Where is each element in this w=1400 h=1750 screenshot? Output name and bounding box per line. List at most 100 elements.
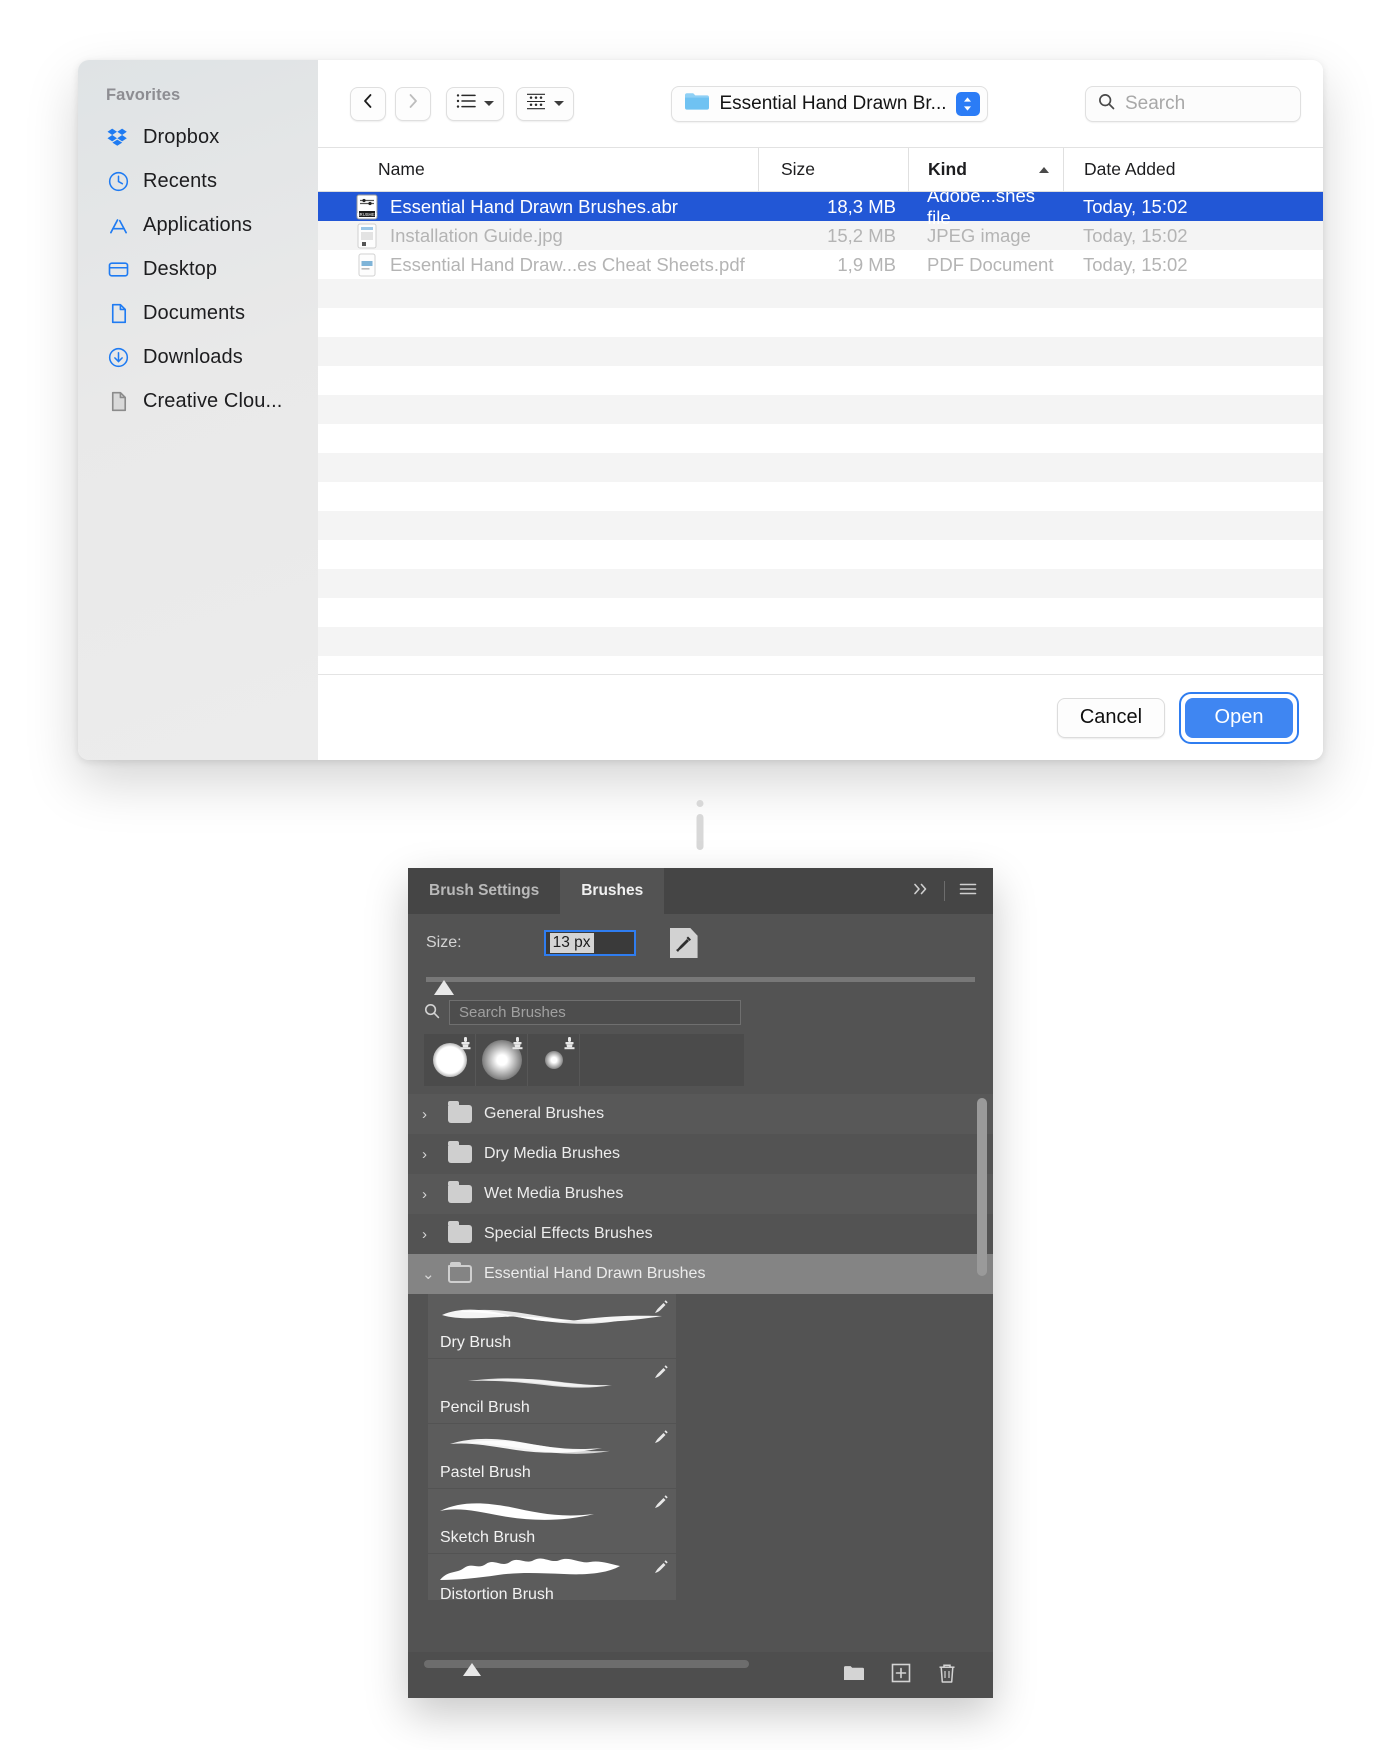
file-kind-cell: JPEG image [927, 224, 1031, 246]
forward-button[interactable] [395, 86, 431, 121]
delete-brush-icon[interactable] [937, 1663, 957, 1688]
pencil-brush-stroke [468, 1378, 612, 1388]
search-field[interactable]: Search [1085, 85, 1301, 122]
column-header-size[interactable]: Size [758, 148, 908, 191]
brush-folder-row[interactable]: › Dry Media Brushes [408, 1134, 993, 1174]
hamburger-menu-icon[interactable] [959, 882, 977, 900]
connector-dot [696, 814, 704, 850]
brush-edit-icon[interactable] [654, 1365, 668, 1379]
brush-folder-row[interactable]: › General Brushes [408, 1094, 993, 1134]
appstore-icon [106, 213, 130, 237]
file-list[interactable]: BRUSHES Essential Hand Drawn Brushes.abr… [318, 192, 1323, 674]
file-date-cell: Today, 15:02 [1083, 224, 1188, 246]
back-button[interactable] [350, 86, 386, 121]
tab-brushes[interactable]: Brushes [560, 868, 665, 914]
folder-list-scrollbar[interactable] [977, 1098, 987, 1276]
folder-icon [448, 1181, 472, 1203]
sidebar-item-creative-cloud[interactable]: Creative Clou... [78, 379, 318, 423]
table-row-empty [318, 337, 1323, 366]
open-button[interactable]: Open [1185, 697, 1293, 738]
brush-size-slider[interactable] [426, 974, 975, 996]
new-folder-icon[interactable] [843, 1664, 865, 1686]
brush-folder-row-selected[interactable]: ⌄ Essential Hand Drawn Brushes [408, 1254, 993, 1294]
sidebar-item-label: Downloads [143, 345, 243, 368]
list-item[interactable]: Dry Brush [428, 1294, 676, 1358]
brush-preset-item[interactable] [424, 1034, 476, 1086]
horizontal-scroll-thumb[interactable] [463, 1663, 481, 1676]
chevron-right-icon[interactable]: › [422, 1226, 436, 1243]
column-header-kind[interactable]: Kind [908, 148, 1063, 191]
chevron-down-icon[interactable]: ⌄ [422, 1265, 436, 1283]
list-item[interactable]: Distortion Brush [428, 1554, 676, 1600]
sidebar-item-label: Creative Clou... [143, 389, 283, 412]
chevron-down-icon [484, 101, 494, 106]
folder-icon [684, 91, 710, 116]
new-brush-icon[interactable] [891, 1663, 911, 1687]
brush-stamp-icon [512, 1037, 523, 1050]
table-row[interactable]: BRUSHES Essential Hand Drawn Brushes.abr… [318, 192, 1323, 228]
search-icon [424, 1003, 440, 1023]
document-icon [106, 389, 130, 413]
sidebar-item-desktop[interactable]: Desktop [78, 247, 318, 291]
slider-track [426, 977, 975, 982]
brush-search-input[interactable]: Search Brushes [449, 1000, 741, 1025]
chevron-right-icon[interactable]: › [422, 1186, 436, 1203]
grid-view-icon [526, 93, 546, 115]
brush-preset-item[interactable] [476, 1034, 528, 1086]
sidebar-item-documents[interactable]: Documents [78, 291, 318, 335]
sidebar-item-applications[interactable]: Applications [78, 203, 318, 247]
brush-folder-row[interactable]: › Wet Media Brushes [408, 1174, 993, 1214]
finder-main: Essential Hand Drawn Br... Search Name S… [318, 60, 1323, 760]
table-row-empty [318, 453, 1323, 482]
file-kind-cell: PDF Document [927, 253, 1054, 275]
cancel-button[interactable]: Cancel [1057, 697, 1165, 738]
brush-preset-icon[interactable] [669, 928, 698, 958]
sidebar-item-label: Dropbox [143, 125, 220, 148]
brush-size-label: Size: [426, 934, 462, 951]
chevron-right-icon [406, 92, 420, 115]
sidebar-item-recents[interactable]: Recents [78, 159, 318, 203]
list-view-button[interactable] [446, 86, 504, 121]
search-input[interactable]: Search [1125, 93, 1185, 115]
brush-item-list[interactable]: Dry Brush Pencil Brush Pastel Brush Sket… [408, 1294, 993, 1652]
brush-folder-row[interactable]: › Special Effects Brushes [408, 1214, 993, 1254]
sidebar-item-downloads[interactable]: Downloads [78, 335, 318, 379]
column-header-date-added[interactable]: Date Added [1063, 148, 1323, 191]
pdf-file-icon [356, 252, 378, 278]
table-row[interactable]: Installation Guide.jpg 15,2 MB JPEG imag… [318, 221, 1323, 250]
grid-view-button[interactable] [516, 86, 574, 121]
table-row-empty [318, 569, 1323, 598]
chevron-right-icon[interactable]: › [422, 1146, 436, 1163]
table-row[interactable]: Essential Hand Draw...es Cheat Sheets.pd… [318, 250, 1323, 279]
tab-brush-settings[interactable]: Brush Settings [408, 868, 560, 914]
brush-edit-icon[interactable] [654, 1495, 668, 1509]
file-name-label: Essential Hand Drawn Brushes.abr [390, 195, 678, 217]
dialog-footer: Cancel Open [318, 674, 1323, 760]
list-item[interactable]: Pastel Brush [428, 1424, 676, 1488]
chevrons-right-icon[interactable] [912, 882, 930, 900]
brush-edit-icon[interactable] [654, 1560, 668, 1574]
search-icon [1098, 93, 1115, 115]
stepper-updown-icon[interactable] [955, 91, 980, 116]
brush-edit-icon[interactable] [654, 1300, 668, 1314]
list-item[interactable]: Pencil Brush [428, 1359, 676, 1423]
list-item[interactable]: Sketch Brush [428, 1489, 676, 1553]
sidebar-item-dropbox[interactable]: Dropbox [78, 115, 318, 159]
slider-thumb[interactable] [434, 980, 454, 995]
column-header-name[interactable]: Name [318, 148, 758, 191]
open-button-focus-ring: Open [1179, 691, 1299, 744]
brush-name-label: Pencil Brush [440, 1399, 530, 1416]
sidebar-section-title: Favorites [106, 86, 181, 104]
brush-folder-list[interactable]: › General Brushes › Dry Media Brushes › … [408, 1094, 993, 1294]
brush-size-value: 13 px [549, 933, 594, 953]
table-row-empty [318, 482, 1323, 511]
brush-size-input[interactable]: 13 px [543, 930, 636, 956]
brush-edit-icon[interactable] [654, 1430, 668, 1444]
path-popup-button[interactable]: Essential Hand Drawn Br... [671, 85, 988, 122]
brush-preset-item[interactable] [528, 1034, 580, 1086]
sidebar-item-label: Desktop [143, 257, 218, 280]
chevron-right-icon[interactable]: › [422, 1106, 436, 1123]
file-list-column-headers: Name Size Kind Date Added [318, 148, 1323, 192]
path-label: Essential Hand Drawn Br... [719, 92, 947, 114]
file-name-cell: Installation Guide.jpg [318, 223, 758, 249]
